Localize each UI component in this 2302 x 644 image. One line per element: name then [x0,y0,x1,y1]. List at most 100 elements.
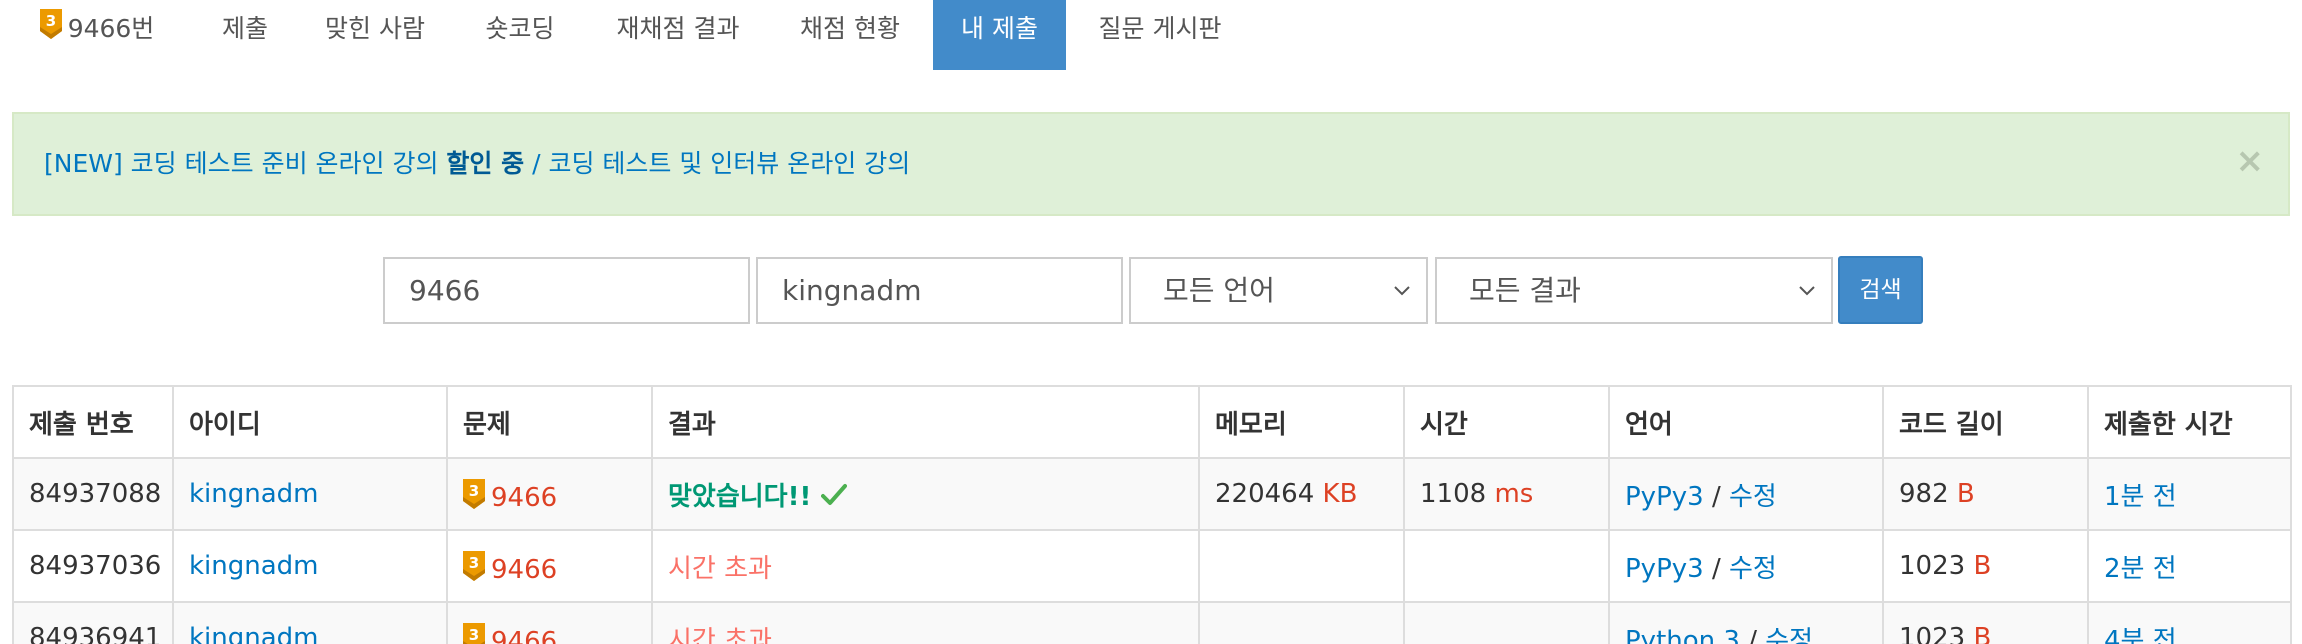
time-cell [1403,529,1610,603]
problem-tabs: 3 9466번 제출 맞힌 사람 숏코딩 재채점 결과 채점 현황 내 제출 질… [0,0,2302,70]
time-unit: ms [1494,479,1534,509]
col-memory: 메모리 [1198,385,1405,459]
problem-cell: 3 9466 [446,601,653,644]
tab-judge-status[interactable]: 채점 현황 [785,0,915,70]
gold-tier-badge-icon: 3 [463,622,485,644]
memory-cell [1198,529,1405,603]
close-icon[interactable]: × [2236,144,2265,178]
submitted-time-link[interactable]: 1분 전 [2104,482,2177,512]
problem-cell: 3 9466 [446,457,653,531]
result-cell: 시간 초과 [651,601,1200,644]
promo-link-text: [NEW] 코딩 테스트 준비 온라인 강의 [44,149,447,178]
tab-label: 내 제출 [961,14,1038,43]
language-link[interactable]: Python 3 [1625,626,1740,644]
memory-cell [1198,601,1405,644]
search-button[interactable]: 검색 [1838,256,1923,324]
edit-link[interactable]: 수정 [1729,482,1777,512]
col-submitted-time: 제출한 시간 [2087,385,2292,459]
tab-submit[interactable]: 제출 [195,0,295,70]
result-cell: 맞았습니다!! [651,457,1200,531]
tab-problem[interactable]: 3 9466번 [22,0,172,70]
col-result: 결과 [651,385,1200,459]
code-length-unit: B [1973,551,1992,581]
col-problem: 문제 [446,385,653,459]
promo-alert: [NEW] 코딩 테스트 준비 온라인 강의 할인 중 / 코딩 테스트 및 인… [12,112,2290,216]
code-length-value: 982 [1899,479,1949,509]
tab-rejudge-results[interactable]: 재채점 결과 [603,0,753,70]
promo-link-discount[interactable]: [NEW] 코딩 테스트 준비 온라인 강의 할인 중 [44,149,524,178]
code-length-cell: 1023 B [1882,601,2089,644]
submitted-time-link[interactable]: 2분 전 [2104,554,2177,584]
memory-value: 220464 [1215,479,1315,509]
result-cell: 시간 초과 [651,529,1200,603]
code-length-unit: B [1956,479,1975,509]
chevron-down-icon [1799,286,1815,296]
problem-link[interactable]: 9466 [491,483,557,513]
time-value: 1108 [1420,479,1487,509]
problem-link[interactable]: 9466 [491,627,557,644]
language-link[interactable]: PyPy3 [1625,554,1704,584]
col-language: 언어 [1608,385,1884,459]
submitted-time-link[interactable]: 4분 전 [2104,626,2177,644]
code-length-cell: 1023 B [1882,529,2089,603]
promo-link-interview[interactable]: 코딩 테스트 및 인터뷰 온라인 강의 [548,149,910,178]
table-row: 84937088 kingnadm 3 9466 맞았습니다!! 220464 K… [12,457,2292,531]
language-cell: Python 3 / 수정 [1608,601,1884,644]
col-code-length: 코드 길이 [1882,385,2089,459]
user-link[interactable]: kingnadm [189,551,319,581]
table-row: 84936941 kingnadm 3 9466 시간 초과 Python 3 /… [12,601,2292,644]
language-cell: PyPy3 / 수정 [1608,529,1884,603]
checkmark-icon [821,483,848,514]
table-row: 84937036 kingnadm 3 9466 시간 초과 PyPy3 / 수정… [12,529,2292,603]
tab-label: 질문 게시판 [1098,14,1222,43]
user-id-input[interactable]: kingnadm [756,257,1123,324]
col-user-id: 아이디 [172,385,448,459]
result-select[interactable]: 모든 결과 [1435,257,1833,324]
user-link[interactable]: kingnadm [189,623,319,644]
tier-number: 3 [45,12,55,30]
tab-qna-board[interactable]: 질문 게시판 [1090,0,1230,70]
tab-label: 채점 현황 [800,14,900,43]
submission-id: 84937088 [12,457,174,531]
edit-link[interactable]: 수정 [1765,626,1813,644]
chevron-down-icon [1394,286,1410,296]
gold-tier-badge-icon: 3 [39,2,62,60]
time-cell: 1108 ms [1403,457,1610,531]
gold-tier-badge-icon: 3 [463,550,485,588]
tier-number: 3 [469,554,479,572]
language-link[interactable]: PyPy3 [1625,482,1704,512]
code-length-value: 1023 [1899,551,1966,581]
code-length-unit: B [1973,623,1992,644]
tier-number: 3 [469,626,479,644]
language-cell: PyPy3 / 수정 [1608,457,1884,531]
tab-label: 9466번 [67,14,155,43]
table-header-row: 제출 번호 아이디 문제 결과 메모리 시간 언어 코드 길이 제출한 시간 [12,385,2292,459]
tab-short-coding[interactable]: 숏코딩 [470,0,570,70]
problem-cell: 3 9466 [446,529,653,603]
language-select[interactable]: 모든 언어 [1129,257,1428,324]
code-length-cell: 982 B [1882,457,2089,531]
submission-id: 84937036 [12,529,174,603]
memory-cell: 220464 KB [1198,457,1405,531]
result-time-limit-exceeded: 시간 초과 [668,625,772,644]
result-select-value: 모든 결과 [1469,274,1581,307]
time-cell [1403,601,1610,644]
problem-link[interactable]: 9466 [491,555,557,585]
language-select-value: 모든 언어 [1163,274,1275,307]
gold-tier-badge-icon: 3 [463,478,485,516]
edit-link[interactable]: 수정 [1729,554,1777,584]
col-submission-id: 제출 번호 [12,385,174,459]
promo-link-bold: 할인 중 [446,149,525,178]
result-time-limit-exceeded: 시간 초과 [668,553,772,584]
user-link[interactable]: kingnadm [189,479,319,509]
tab-label: 재채점 결과 [616,14,740,43]
tab-my-submissions[interactable]: 내 제출 [933,0,1066,70]
submissions-table: 제출 번호 아이디 문제 결과 메모리 시간 언어 코드 길이 제출한 시간 8… [12,385,2292,644]
memory-unit: KB [1322,479,1358,509]
alert-separator: / [524,149,549,178]
result-accepted: 맞았습니다!! [668,481,812,512]
problem-id-input[interactable]: 9466 [383,257,750,324]
tab-label: 맞힌 사람 [325,14,425,43]
tab-solved-users[interactable]: 맞힌 사람 [310,0,440,70]
submission-id: 84936941 [12,601,174,644]
